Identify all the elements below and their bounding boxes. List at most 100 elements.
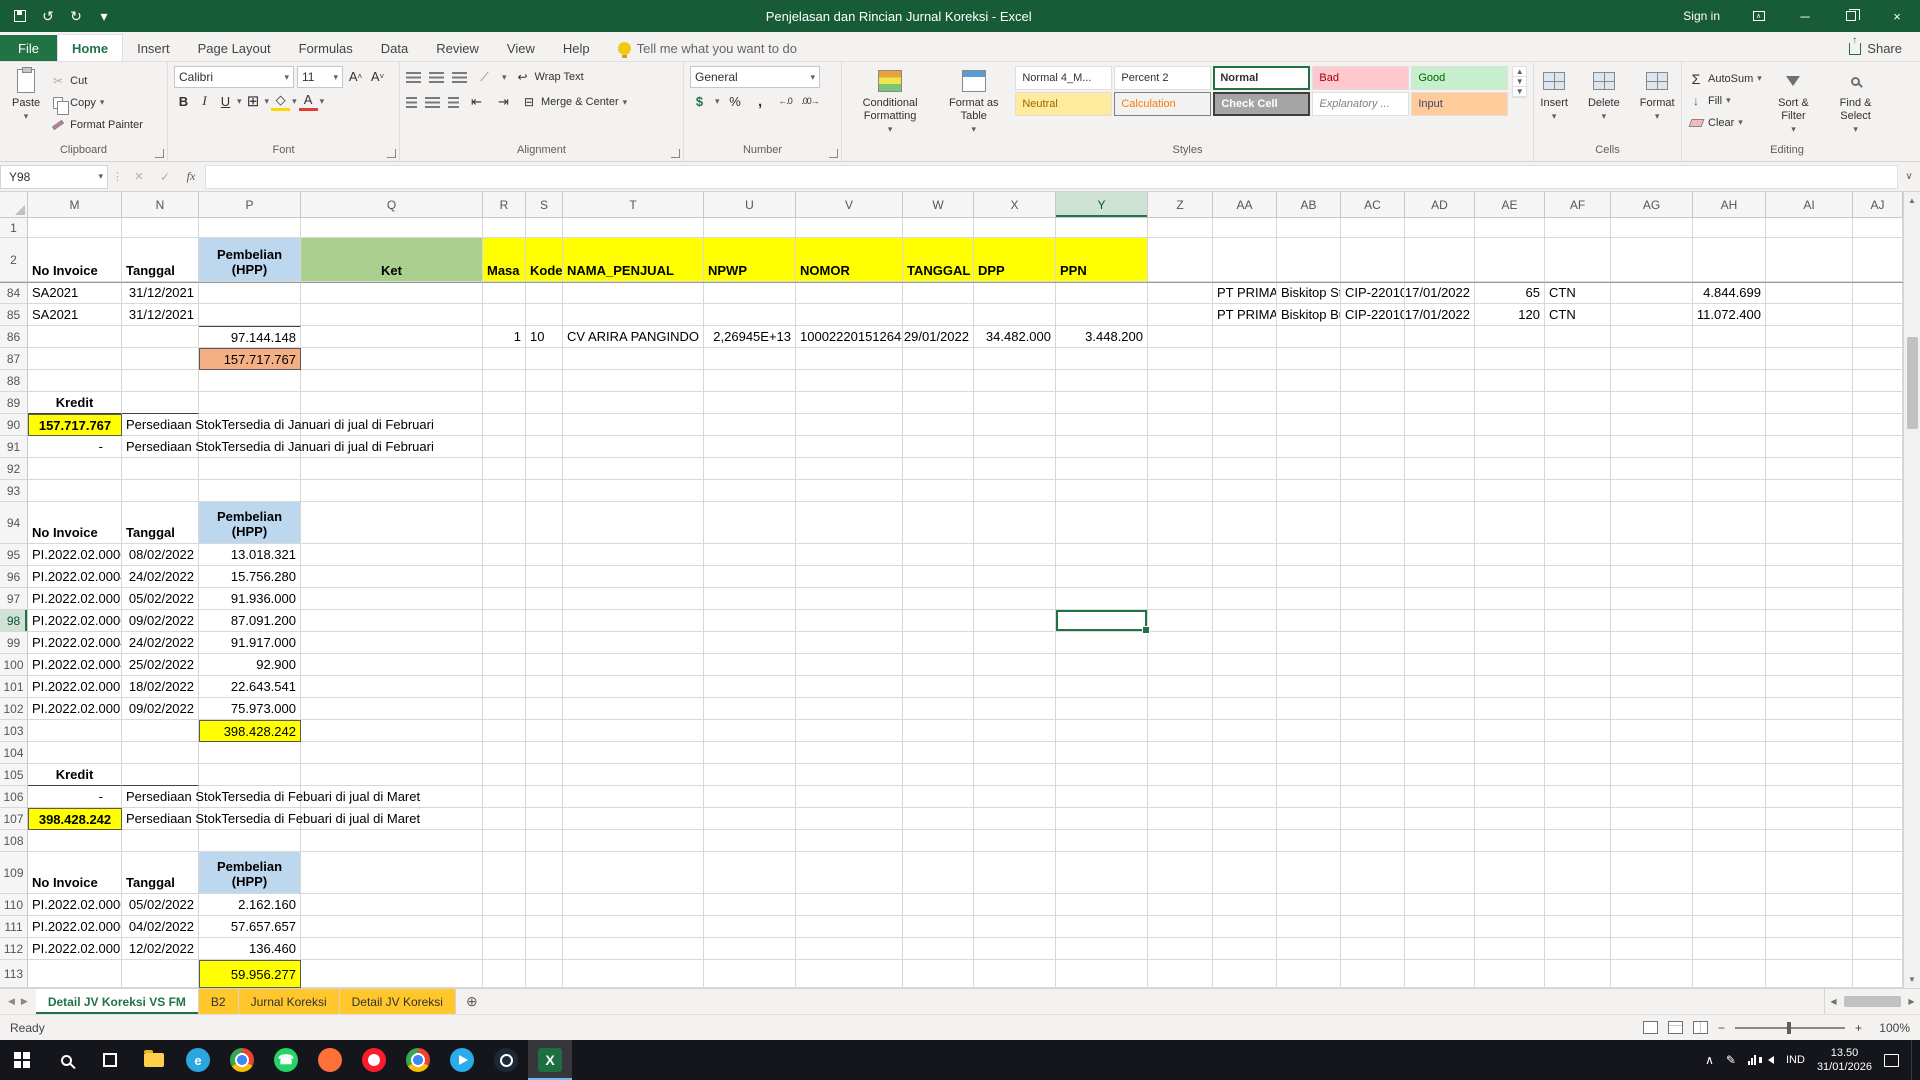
cell-AE86[interactable]: [1475, 326, 1545, 348]
cell-P100[interactable]: 92.900: [199, 654, 301, 676]
increase-decimal-button[interactable]: ←.0: [776, 91, 795, 111]
row-header-99[interactable]: 99: [0, 632, 28, 654]
cell-AJ105[interactable]: [1853, 764, 1903, 786]
cell-M100[interactable]: PI.2022.02.00046: [28, 654, 122, 676]
cell-AF87[interactable]: [1545, 348, 1611, 370]
cell-U112[interactable]: [704, 938, 796, 960]
cell-AI92[interactable]: [1766, 458, 1853, 480]
cell-AE91[interactable]: [1475, 436, 1545, 458]
cell-AC107[interactable]: [1341, 808, 1405, 830]
cell-AF97[interactable]: [1545, 588, 1611, 610]
cell-Q84[interactable]: [301, 282, 483, 304]
cell-AG88[interactable]: [1611, 370, 1693, 392]
cell-M91[interactable]: -: [28, 436, 122, 458]
cell-R99[interactable]: [483, 632, 526, 654]
cell-T102[interactable]: [563, 698, 704, 720]
row-header-88[interactable]: 88: [0, 370, 28, 392]
cell-AD89[interactable]: [1405, 392, 1475, 414]
cell-V1[interactable]: [796, 218, 903, 238]
cell-Y85[interactable]: [1056, 304, 1148, 326]
cell-AA86[interactable]: [1213, 326, 1277, 348]
cell-X101[interactable]: [974, 676, 1056, 698]
row-header-91[interactable]: 91: [0, 436, 28, 458]
cell-R102[interactable]: [483, 698, 526, 720]
taskbar-opera-icon[interactable]: [352, 1040, 396, 1080]
format-cells-button[interactable]: Format▾: [1634, 66, 1681, 125]
gallery-scroll-up-icon[interactable]: ▲: [1513, 67, 1526, 77]
cell-Q85[interactable]: [301, 304, 483, 326]
cell-AG94[interactable]: [1611, 502, 1693, 544]
row-header-90[interactable]: 90: [0, 414, 28, 436]
cell-S109[interactable]: [526, 852, 563, 894]
cell-Z113[interactable]: [1148, 960, 1213, 988]
cell-Q104[interactable]: [301, 742, 483, 764]
cell-T97[interactable]: [563, 588, 704, 610]
cell-AI101[interactable]: [1766, 676, 1853, 698]
cell-Z102[interactable]: [1148, 698, 1213, 720]
cell-AF100[interactable]: [1545, 654, 1611, 676]
cell-M111[interactable]: PI.2022.02.00001: [28, 916, 122, 938]
row-header-104[interactable]: 104: [0, 742, 28, 764]
cell-P103[interactable]: 398.428.242: [199, 720, 301, 742]
cell-AJ110[interactable]: [1853, 894, 1903, 916]
cell-N101[interactable]: 18/02/2022: [122, 676, 199, 698]
cell-N109[interactable]: Tanggal: [122, 852, 199, 894]
cell-AD113[interactable]: [1405, 960, 1475, 988]
cell-AB91[interactable]: [1277, 436, 1341, 458]
cell-Y105[interactable]: [1056, 764, 1148, 786]
cell-T91[interactable]: [563, 436, 704, 458]
cell-S106[interactable]: [526, 786, 563, 808]
cell-W94[interactable]: [903, 502, 974, 544]
cell-AE89[interactable]: [1475, 392, 1545, 414]
cell-style-percent-2[interactable]: Percent 2: [1114, 66, 1211, 90]
sheet-nav-left-icon[interactable]: ◀: [8, 996, 15, 1007]
alignment-dialog-launcher[interactable]: [671, 149, 680, 158]
cell-AF84[interactable]: CTN: [1545, 282, 1611, 304]
cell-AF93[interactable]: [1545, 480, 1611, 502]
cell-AG87[interactable]: [1611, 348, 1693, 370]
cell-Z90[interactable]: [1148, 414, 1213, 436]
cell-AH92[interactable]: [1693, 458, 1766, 480]
cell-AE92[interactable]: [1475, 458, 1545, 480]
cell-V103[interactable]: [796, 720, 903, 742]
cell-AB108[interactable]: [1277, 830, 1341, 852]
taskbar-file-explorer-icon[interactable]: [132, 1040, 176, 1080]
cell-AG89[interactable]: [1611, 392, 1693, 414]
cell-Q96[interactable]: [301, 566, 483, 588]
col-header-Y[interactable]: Y: [1056, 192, 1148, 217]
page-break-view-icon[interactable]: [1693, 1021, 1708, 1034]
cell-U86[interactable]: 2,26945E+13: [704, 326, 796, 348]
cell-Y104[interactable]: [1056, 742, 1148, 764]
row-header-112[interactable]: 112: [0, 938, 28, 960]
cell-AD95[interactable]: [1405, 544, 1475, 566]
fill-color-button[interactable]: ◇: [271, 91, 290, 111]
cell-style-normal[interactable]: Normal: [1213, 66, 1310, 90]
cell-T108[interactable]: [563, 830, 704, 852]
cell-AJ106[interactable]: [1853, 786, 1903, 808]
cell-W102[interactable]: [903, 698, 974, 720]
cell-Q88[interactable]: [301, 370, 483, 392]
share-button[interactable]: Share: [1849, 41, 1920, 61]
cell-AI110[interactable]: [1766, 894, 1853, 916]
col-header-AI[interactable]: AI: [1766, 192, 1853, 217]
cell-U2[interactable]: NPWP: [704, 238, 796, 282]
cell-AD106[interactable]: [1405, 786, 1475, 808]
insert-function-icon[interactable]: [179, 165, 203, 189]
col-header-AB[interactable]: AB: [1277, 192, 1341, 217]
cell-AB85[interactable]: Biskitop Bu: [1277, 304, 1341, 326]
cell-U98[interactable]: [704, 610, 796, 632]
col-header-M[interactable]: M: [28, 192, 122, 217]
cell-AH109[interactable]: [1693, 852, 1766, 894]
sheet-tab-jurnal-koreksi[interactable]: Jurnal Koreksi: [239, 989, 340, 1014]
cell-V110[interactable]: [796, 894, 903, 916]
cell-U93[interactable]: [704, 480, 796, 502]
cell-R96[interactable]: [483, 566, 526, 588]
taskbar-chrome-icon[interactable]: [220, 1040, 264, 1080]
format-as-table-button[interactable]: Format as Table▾: [936, 66, 1011, 138]
cell-AA102[interactable]: [1213, 698, 1277, 720]
cell-V2[interactable]: NOMOR: [796, 238, 903, 282]
cell-Z84[interactable]: [1148, 282, 1213, 304]
cell-X113[interactable]: [974, 960, 1056, 988]
cell-AJ2[interactable]: [1853, 238, 1903, 282]
row-header-84[interactable]: 84: [0, 282, 28, 304]
